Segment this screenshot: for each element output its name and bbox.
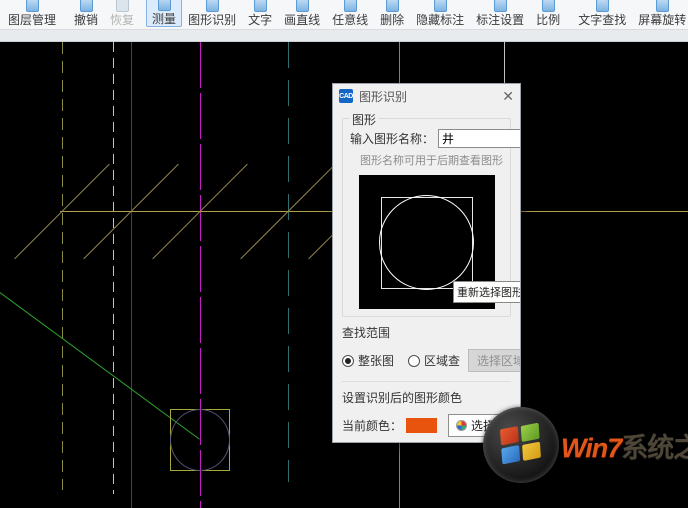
vertical-line — [113, 42, 114, 494]
close-icon[interactable]: ✕ — [502, 89, 514, 103]
current-color-label: 当前颜色： — [342, 417, 402, 434]
dialog-titlebar[interactable]: CAD 图形识别 ✕ — [333, 84, 520, 108]
reselect-shape-button[interactable]: 重新选择图形 — [453, 281, 521, 303]
redo-icon — [116, 0, 129, 12]
toolbar-item-label: 比例 — [536, 13, 560, 27]
radio-region-search-label: 区域查 — [424, 352, 460, 369]
watermark-brand: Win7 — [561, 433, 621, 463]
watermark-text: Win7系统之家 — [561, 426, 688, 465]
toolbar-item-label: 恢复 — [110, 13, 134, 27]
shape-name-label: 输入图形名称： — [350, 130, 434, 147]
delete-icon — [386, 0, 399, 12]
shape-name-hint: 图形名称可用于后期查看图形 — [350, 152, 503, 168]
layer-manage-icon — [26, 0, 39, 12]
dialog-title: 图形识别 — [359, 88, 407, 105]
search-range-label: 查找范围 — [342, 324, 511, 341]
shape-group-label: 图形 — [349, 111, 379, 128]
toolbar-item-label: 图形识别 — [188, 13, 236, 27]
windows-flag-green-pane — [521, 423, 540, 442]
color-wheel-icon — [456, 420, 467, 431]
windows-flag-red-pane — [500, 426, 519, 445]
well-symbol-circle — [170, 409, 230, 471]
toolbar-item-label: 画直线 — [284, 13, 320, 27]
hide-annotation-icon — [434, 0, 447, 12]
windows-flag-blue-pane — [501, 445, 520, 464]
toolbar-item-annotation-settings[interactable]: 标注设置 — [470, 0, 530, 27]
windows-logo-icon — [483, 407, 559, 483]
preview-circle-outline — [379, 195, 474, 290]
vertical-line — [131, 42, 132, 508]
toolbar-item-draw-line[interactable]: 画直线 — [278, 0, 326, 27]
select-region-button: 选择区域 — [468, 349, 521, 372]
app-icon: CAD — [339, 89, 353, 103]
toolbar-item-label: 标注设置 — [476, 13, 524, 27]
toolbar-item-label: 测量 — [152, 12, 176, 26]
text-icon — [254, 0, 267, 12]
scale-icon — [542, 0, 555, 12]
toolbar-item-undo[interactable]: 撤销 — [68, 0, 104, 27]
current-color-swatch — [406, 418, 437, 433]
radio-region-search[interactable] — [408, 355, 420, 367]
toolbar-item-text-search[interactable]: 文字查找 — [572, 0, 632, 27]
app-window: 图层管理撤销恢复测量图形识别文字画直线任意线删除隐藏标注标注设置比例文字查找屏幕… — [0, 0, 688, 508]
toolbar-item-hide-annotation[interactable]: 隐藏标注 — [410, 0, 470, 27]
toolbar-item-label: 文字 — [248, 13, 272, 27]
toolbar-item-text[interactable]: 文字 — [242, 0, 278, 27]
vertical-line — [62, 42, 63, 490]
undo-icon — [80, 0, 93, 12]
toolbar-item-shape-recognition[interactable]: 图形识别 — [182, 0, 242, 27]
measure-icon — [158, 0, 171, 11]
toolbar-item-scale[interactable]: 比例 — [530, 0, 566, 27]
annotation-settings-icon — [494, 0, 507, 12]
toolbar-substrip — [0, 30, 688, 42]
toolbar-item-freehand-line[interactable]: 任意线 — [326, 0, 374, 27]
screen-rotate-icon — [656, 0, 669, 12]
toolbar-item-label: 文字查找 — [578, 13, 626, 27]
result-color-section-label: 设置识别后的图形颜色 — [342, 381, 511, 406]
draw-line-icon — [296, 0, 309, 12]
toolbar-item-layer-manage[interactable]: 图层管理 — [2, 0, 62, 27]
win7-watermark: Win7系统之家 — [483, 405, 688, 485]
radio-whole-drawing[interactable] — [342, 355, 354, 367]
toolbar-item-label: 任意线 — [332, 13, 368, 27]
toolbar-item-redo: 恢复 — [104, 0, 140, 27]
toolbar: 图层管理 撤销恢复 测量图形识别文字画直线任意线删除隐藏标注标注设置比例 文字查找屏幕… — [0, 0, 688, 30]
freehand-line-icon — [344, 0, 357, 12]
toolbar-item-label: 删除 — [380, 13, 404, 27]
shape-recognition-dialog: CAD 图形识别 ✕ 图形 输入图形名称： 图形名称可用于后期查看图形 查找范围 — [332, 83, 521, 443]
toolbar-item-measure[interactable]: 测量 — [146, 0, 182, 27]
well-symbol-square — [170, 409, 230, 471]
shape-name-input[interactable] — [438, 129, 521, 148]
text-search-icon — [596, 0, 609, 12]
radio-whole-drawing-label: 整张图 — [358, 352, 394, 369]
watermark-suffix: 系统之家 — [621, 433, 688, 463]
windows-flag-yellow-pane — [522, 442, 541, 461]
vertical-line — [288, 42, 289, 482]
toolbar-item-label: 图层管理 — [8, 13, 56, 27]
toolbar-item-label: 撤销 — [74, 13, 98, 27]
toolbar-item-delete[interactable]: 删除 — [374, 0, 410, 27]
shape-recognition-icon — [206, 0, 219, 12]
toolbar-item-label: 隐藏标注 — [416, 13, 464, 27]
toolbar-item-label: 屏幕旋转 — [638, 13, 686, 27]
toolbar-item-screen-rotate[interactable]: 屏幕旋转 — [632, 0, 688, 27]
